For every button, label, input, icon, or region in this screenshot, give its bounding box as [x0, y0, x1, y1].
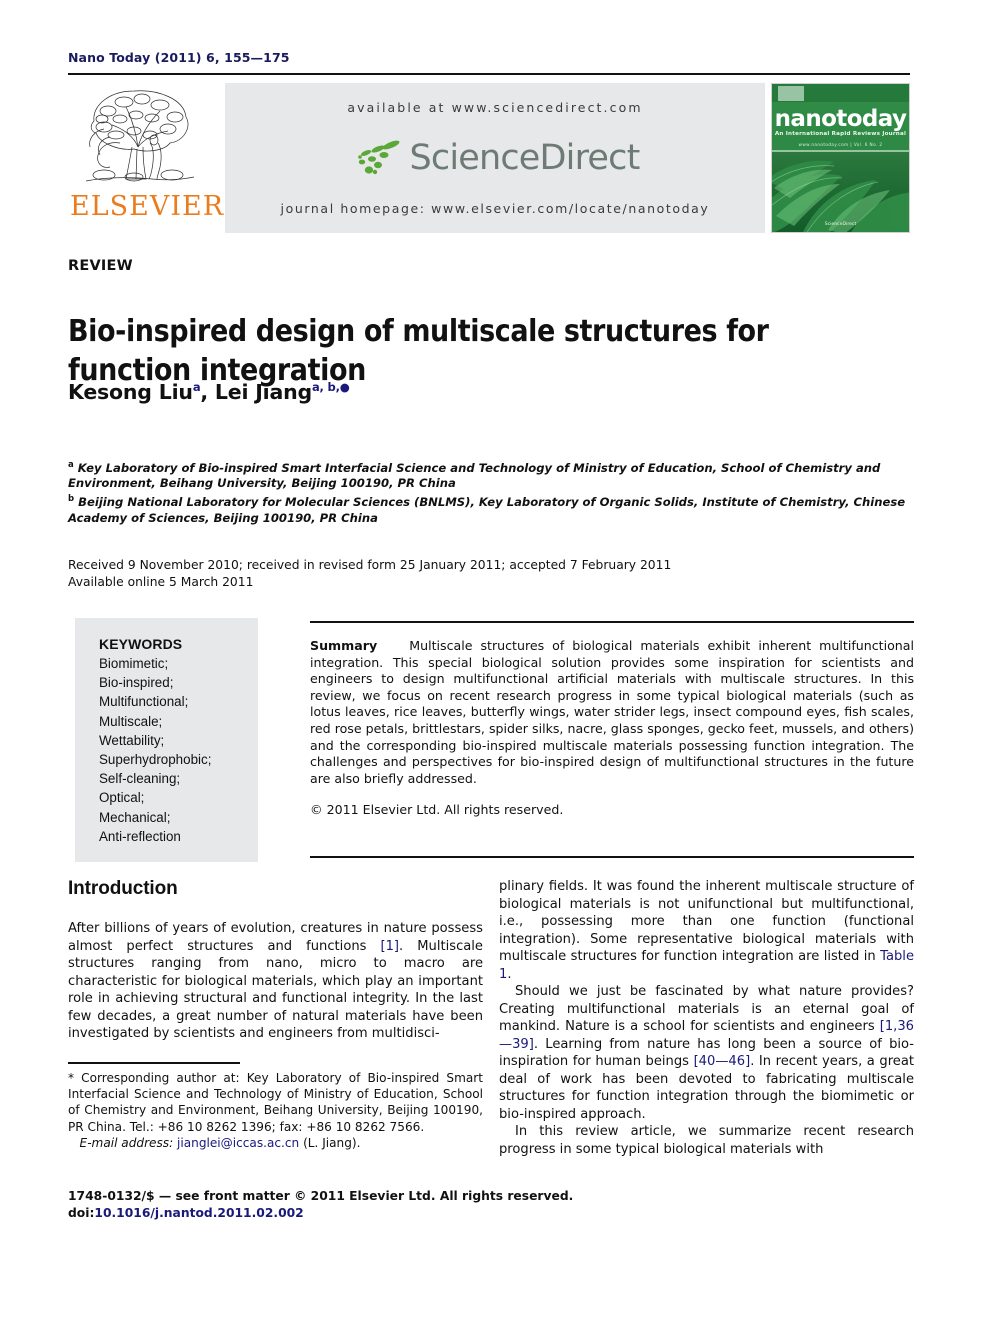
- article-history: Received 9 November 2010; received in re…: [68, 557, 768, 590]
- article-type-label: REVIEW: [68, 258, 133, 274]
- doi-prefix: doi:: [68, 1205, 95, 1220]
- affiliation-b: b Beijing National Laboratory for Molecu…: [68, 492, 914, 526]
- author-affiliation-marker-1[interactable]: a: [193, 380, 201, 394]
- keyword-item[interactable]: Superhydrophobic;: [99, 750, 242, 769]
- cover-title: nanotoday: [774, 106, 907, 132]
- paragraph: After billions of years of evolution, cr…: [68, 920, 483, 1043]
- cover-subtitle-secondary: www.nanotoday.com | Vol. 6 No. 2: [798, 142, 883, 147]
- right-text-1: plinary fields. It was found the inheren…: [499, 879, 914, 964]
- running-head-rule: [68, 73, 910, 75]
- affiliation-block: a Key Laboratory of Bio-inspired Smart I…: [68, 458, 914, 526]
- citation-link[interactable]: [40—46]: [694, 1054, 751, 1069]
- journal-article-page: Nano Today (2011) 6, 155—175 ELSEVIER av…: [0, 0, 992, 1323]
- body-column-right: plinary fields. It was found the inheren…: [499, 878, 914, 1158]
- email-label: E-mail address:: [79, 1135, 174, 1150]
- citation-link[interactable]: [1]: [380, 939, 399, 954]
- summary-bottom-rule: [310, 856, 914, 858]
- cover-subtitle: An International Rapid Reviews Journal: [774, 131, 907, 137]
- summary-text: Multiscale structures of biological mate…: [310, 638, 914, 786]
- doi-line: doi:10.1016/j.nantod.2011.02.002: [68, 1205, 588, 1222]
- available-at-text: available at www.sciencedirect.com: [347, 100, 643, 115]
- right-text-1-end: .: [507, 966, 512, 982]
- footnote-block: * Corresponding author at: Key Laborator…: [68, 1070, 483, 1151]
- sciencedirect-logo: ScienceDirect: [225, 130, 765, 185]
- keywords-heading: KEYWORDS: [99, 636, 183, 652]
- affiliation-text-b: Beijing National Laboratory for Molecula…: [68, 494, 906, 525]
- keyword-item[interactable]: Bio-inspired;: [99, 673, 242, 692]
- page-footer: 1748-0132/$ — see front matter © 2011 El…: [68, 1188, 588, 1221]
- page-title: Bio-inspired design of multiscale struct…: [68, 314, 769, 389]
- footnote-rule: [68, 1062, 240, 1064]
- paragraph: Should we just be fascinated by what nat…: [499, 983, 914, 1123]
- author-name-2: Lei Jiang: [214, 380, 312, 404]
- keyword-item[interactable]: Biomimetic;: [99, 654, 242, 673]
- sciencedirect-wordmark: ScienceDirect: [409, 137, 640, 178]
- sciencedirect-mark-icon: [358, 140, 400, 174]
- elsevier-logo: ELSEVIER: [68, 83, 225, 233]
- keyword-item[interactable]: Mechanical;: [99, 808, 242, 827]
- article-history-received: Received 9 November 2010; received in re…: [68, 558, 672, 572]
- paragraph: In this review article, we summarize rec…: [499, 1123, 914, 1158]
- keyword-item[interactable]: Multiscale;: [99, 712, 242, 731]
- affiliation-a: a Key Laboratory of Bio-inspired Smart I…: [68, 458, 914, 492]
- keyword-item[interactable]: Anti-reflection: [99, 827, 242, 846]
- keywords-box: KEYWORDS Biomimetic; Bio-inspired; Multi…: [75, 618, 258, 863]
- paragraph: plinary fields. It was found the inheren…: [499, 878, 914, 983]
- summary-label: Summary: [310, 638, 378, 653]
- affiliation-marker-a: a: [68, 460, 74, 470]
- summary-block: Summary Multiscale structures of biologi…: [310, 638, 914, 787]
- author-name-1: Kesong Liu: [68, 380, 193, 404]
- running-head: Nano Today (2011) 6, 155—175: [68, 50, 290, 65]
- elsevier-tree-icon: [80, 85, 202, 191]
- section-heading-introduction: Introduction: [68, 878, 178, 899]
- sciencedirect-band: available at www.sciencedirect.com Scien…: [225, 83, 765, 233]
- corresponding-author-note: * Corresponding author at: Key Laborator…: [68, 1071, 483, 1134]
- summary-top-rule: [310, 621, 914, 623]
- keyword-item[interactable]: Optical;: [99, 788, 242, 807]
- doi-link[interactable]: 10.1016/j.nantod.2011.02.002: [94, 1206, 303, 1220]
- email-link[interactable]: jianglei@iccas.ac.cn: [177, 1136, 299, 1150]
- masthead: ELSEVIER available at www.sciencedirect.…: [68, 83, 910, 233]
- summary-copyright: © 2011 Elsevier Ltd. All rights reserved…: [310, 802, 564, 817]
- author-list: Kesong Liua, Lei Jianga, b,●: [68, 380, 350, 404]
- affiliation-marker-b: b: [68, 494, 75, 505]
- right-text-2a: Should we just be fascinated by what nat…: [499, 984, 914, 1034]
- elsevier-wordmark: ELSEVIER: [70, 191, 225, 222]
- cover-footer-logo: ScienceDirect: [824, 222, 857, 227]
- body-column-left: After billions of years of evolution, cr…: [68, 920, 483, 1043]
- keyword-item[interactable]: Self-cleaning;: [99, 769, 242, 788]
- keyword-item[interactable]: Wettability;: [99, 731, 242, 750]
- article-history-online: Available online 5 March 2011: [68, 574, 254, 589]
- author-affiliation-marker-2[interactable]: a, b,: [312, 380, 340, 394]
- keyword-item[interactable]: Multifunctional;: [99, 692, 242, 711]
- affiliation-text-a: Key Laboratory of Bio-inspired Smart Int…: [68, 460, 881, 491]
- issn-copyright-line: 1748-0132/$ — see front matter © 2011 El…: [68, 1189, 574, 1203]
- corresponding-author-marker[interactable]: ●: [340, 380, 350, 394]
- journal-homepage-text: journal homepage: www.elsevier.com/locat…: [280, 201, 710, 216]
- journal-cover-image: nanotoday An International Rapid Reviews…: [771, 83, 910, 233]
- email-owner: (L. Jiang).: [303, 1135, 361, 1150]
- right-text-3: In this review article, we summarize rec…: [499, 1124, 914, 1157]
